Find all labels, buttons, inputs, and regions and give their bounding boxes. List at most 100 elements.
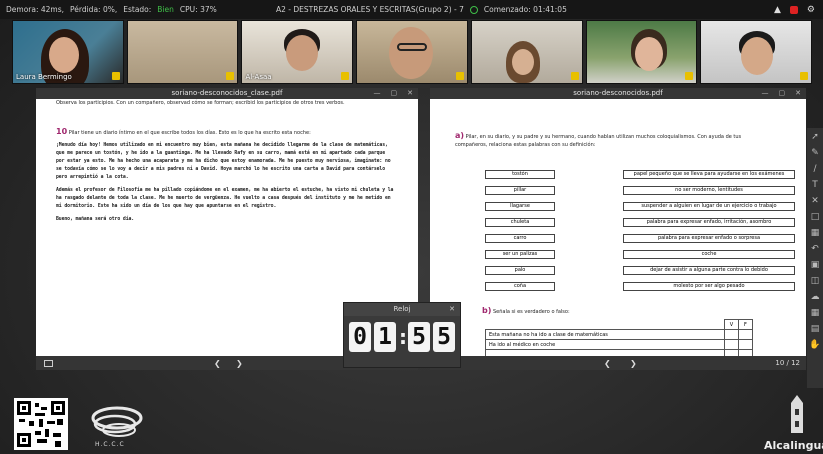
minimize-icon[interactable]: —: [762, 88, 769, 99]
participant-tile[interactable]: [470, 20, 583, 84]
qr-code: [14, 398, 68, 450]
word-box[interactable]: carro: [485, 233, 555, 243]
save-icon[interactable]: ▤: [811, 324, 820, 334]
line-icon[interactable]: ∕: [813, 164, 816, 174]
minimize-icon[interactable]: —: [374, 88, 381, 99]
word-box[interactable]: coña: [485, 281, 555, 291]
audio-badge-icon: [800, 72, 809, 80]
matching-row: tostón papel pequeño que se lleva para ay…: [485, 166, 795, 182]
definition-box[interactable]: molesto por ser algo pesado: [623, 281, 795, 291]
right-pdf-titlebar: soriano-desconocidos.pdf — ▢ ✕: [430, 88, 806, 99]
definition-box[interactable]: suspender a alguien en lugar de un ejerc…: [623, 201, 795, 211]
definition-box[interactable]: coche: [623, 249, 795, 259]
prev-page-icon[interactable]: ❮: [604, 359, 611, 368]
image-icon[interactable]: ▣: [811, 260, 820, 270]
fullscreen-icon[interactable]: [44, 359, 53, 367]
true-false-table: VF Esta mañana no ha ido a clase de mate…: [485, 319, 753, 360]
next-page-icon[interactable]: ❯: [630, 359, 637, 368]
definition-box[interactable]: papel pequeño que se lleva para ayudarse…: [623, 169, 795, 179]
page-indicator: 10 / 12: [775, 359, 800, 367]
word-box[interactable]: pillar: [485, 185, 555, 195]
matching-row: palo dejar de asistir a alguna parte cont…: [485, 262, 795, 278]
notification-icon[interactable]: ▲: [774, 5, 781, 15]
statement-cell: Ha ido al médico en coche: [485, 339, 725, 350]
exercise-number: 10: [56, 126, 68, 136]
next-page-icon[interactable]: ❯: [236, 359, 243, 368]
participant-name: Laura Bermingo: [16, 73, 72, 81]
seconds-tens-digit: 5: [408, 322, 430, 352]
file-icon[interactable]: ◫: [811, 276, 820, 286]
prev-page-icon[interactable]: ❮: [214, 359, 221, 368]
text-icon[interactable]: T: [812, 180, 818, 190]
left-pdf-titlebar: soriano-desconocidos_clase.pdf — ▢ ✕: [36, 88, 418, 99]
participant-tile[interactable]: [356, 20, 468, 84]
cpu-usage-text: CPU: 37%: [179, 5, 217, 14]
word-box[interactable]: tostón: [485, 169, 555, 179]
meeting-status-bar: Demora: 42ms, Pérdida: 0%, Estado: Bien …: [0, 0, 823, 19]
restore-icon[interactable]: ▢: [391, 88, 398, 99]
statement-cell: Esta mañana no ha ido a clase de matemát…: [485, 329, 725, 340]
diary-paragraph: ¡Menudo día hoy! Hemos utilizado en mi e…: [56, 143, 391, 180]
participant-face: [49, 37, 79, 73]
exercise-10: 10 Pilar tiene un diario íntimo en el qu…: [56, 126, 396, 138]
elapsed-clock-icon: [469, 5, 478, 14]
audio-badge-icon: [570, 72, 579, 80]
participant-tile[interactable]: [126, 20, 239, 84]
shape-icon[interactable]: □: [811, 212, 820, 222]
participant-face: [286, 35, 319, 71]
latency-text: Demora: 42ms,: [6, 5, 65, 14]
word-box[interactable]: ser un palizas: [485, 249, 555, 259]
left-pdf-page: Observa los participios. Con un compañer…: [56, 100, 396, 229]
audio-badge-icon: [111, 72, 120, 80]
glasses-icon: [397, 43, 428, 51]
pen-icon[interactable]: ✎: [811, 148, 819, 158]
eraser-icon[interactable]: ✕: [811, 196, 819, 206]
hand-icon[interactable]: ✋: [809, 340, 820, 350]
matching-row: llagarse suspender a alguien en lugar de …: [485, 198, 795, 214]
grid-icon[interactable]: ▦: [811, 228, 820, 238]
word-box[interactable]: llagarse: [485, 201, 555, 211]
word-box[interactable]: palo: [485, 265, 555, 275]
participant-tile[interactable]: Al-Asaa: [241, 20, 354, 84]
participant-face: [511, 49, 534, 75]
matching-row: ser un palizas coche: [485, 246, 795, 262]
audio-badge-icon: [341, 72, 350, 80]
pointer-icon[interactable]: ➚: [811, 132, 819, 142]
participant-tile[interactable]: [700, 20, 813, 84]
clock-timer-widget[interactable]: Reloj ✕ 0 1 : 5 5: [343, 302, 461, 368]
record-icon[interactable]: [789, 5, 798, 14]
definition-box[interactable]: palabra para expresar enfado o sorpresa: [623, 233, 795, 243]
close-icon[interactable]: ✕: [449, 303, 455, 316]
calendar-icon[interactable]: ▦: [811, 308, 820, 318]
timer-title: Reloj: [393, 305, 411, 313]
audio-badge-icon: [455, 72, 464, 80]
seconds-ones-digit: 5: [433, 322, 455, 352]
participant-tile[interactable]: [585, 20, 698, 84]
matching-row: coña molesto por ser algo pesado: [485, 278, 795, 294]
cloud-icon[interactable]: ☁: [811, 292, 820, 302]
close-icon[interactable]: ✕: [407, 88, 413, 99]
annotation-toolbar: ➚ ✎ ∕ T ✕ □ ▦ ↶ ▣ ◫ ☁ ▦ ▤ ✋: [807, 128, 823, 388]
undo-icon[interactable]: ↶: [811, 244, 819, 254]
definition-box[interactable]: dejar de asistir a alguna parte contra l…: [623, 265, 795, 275]
true-checkbox[interactable]: [724, 329, 739, 340]
qr-code-icon: [17, 401, 65, 447]
definition-box[interactable]: palabra para expresar enfado, irritación…: [623, 217, 795, 227]
exercise-prompt: Pilar tiene un diario íntimo en el que e…: [68, 129, 311, 136]
definition-box[interactable]: no ser moderno, lentitudes: [623, 185, 795, 195]
false-checkbox[interactable]: [738, 339, 753, 350]
participant-video-strip: Laura Bermingo Al-Asaa: [12, 20, 813, 84]
audio-badge-icon: [685, 72, 694, 80]
participant-tile[interactable]: Laura Bermingo: [12, 20, 124, 84]
settings-gear-icon[interactable]: ⚙: [807, 5, 815, 15]
matching-row: carro palabra para expresar enfado o sorp…: [485, 230, 795, 246]
word-box[interactable]: chuleta: [485, 217, 555, 227]
restore-icon[interactable]: ▢: [779, 88, 786, 99]
alcalingua-logo-text: Alcalingua: [764, 439, 823, 452]
column-header-f: F: [738, 319, 753, 330]
minutes-tens-digit: 0: [349, 322, 371, 352]
close-icon[interactable]: ✕: [795, 88, 801, 99]
participant-face: [741, 37, 774, 75]
false-checkbox[interactable]: [738, 329, 753, 340]
true-checkbox[interactable]: [724, 339, 739, 350]
